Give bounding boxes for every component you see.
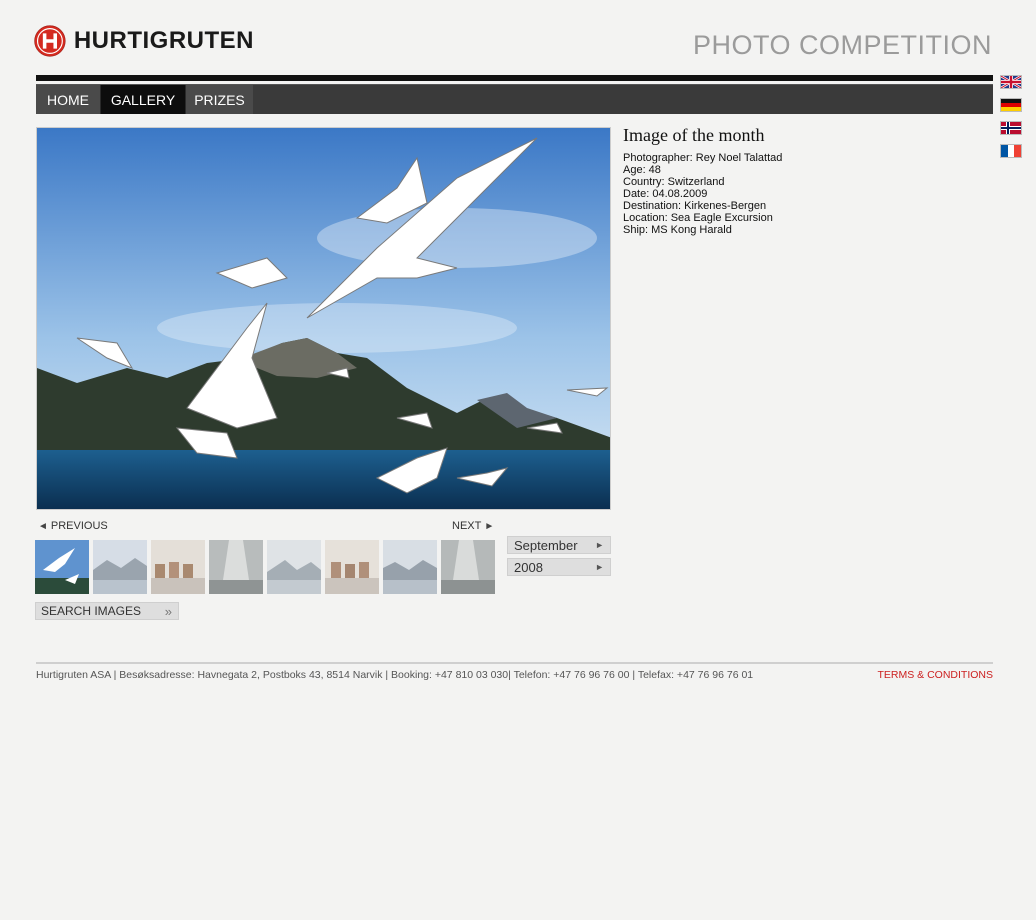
caret-right-icon: ► xyxy=(595,540,604,550)
thumbnail-strip xyxy=(35,540,499,594)
next-link[interactable]: NEXT ► xyxy=(452,520,497,532)
featured-photo[interactable] xyxy=(36,127,611,510)
country-line: Country: Switzerland xyxy=(623,176,725,188)
photographer-line: Photographer: Rey Noel Talattad xyxy=(623,152,783,164)
month-select[interactable]: September ► xyxy=(507,536,611,554)
thumbnail-4[interactable] xyxy=(209,540,263,594)
german-flag-icon[interactable] xyxy=(1000,98,1022,112)
month-value: September xyxy=(514,537,578,553)
norwegian-flag-icon[interactable] xyxy=(1000,121,1022,135)
thumbnail-3[interactable] xyxy=(151,540,205,594)
arrow-right-icon: ► xyxy=(484,520,495,532)
thumbnail-8[interactable] xyxy=(441,540,495,594)
language-selector xyxy=(1000,74,1022,167)
brand-name: HURTIGRUTEN xyxy=(73,27,254,54)
previous-link[interactable]: ◄ PREVIOUS xyxy=(35,520,108,532)
nav-gallery[interactable]: GALLERY xyxy=(101,85,185,114)
thumbnail-7[interactable] xyxy=(383,540,437,594)
footer-contact: Hurtigruten ASA | Besøksadresse: Havnega… xyxy=(36,669,754,681)
thumbnail-2[interactable] xyxy=(93,540,147,594)
english-flag-icon[interactable] xyxy=(1000,74,1022,90)
destination-line: Destination: Kirkenes-Bergen xyxy=(623,200,767,212)
header-divider xyxy=(36,75,993,81)
nav-prizes[interactable]: PRIZES xyxy=(185,85,253,114)
terms-conditions-link[interactable]: TERMS & CONDITIONS xyxy=(877,669,993,681)
search-images-label: SEARCH IMAGES xyxy=(41,604,142,618)
age-line: Age: 48 xyxy=(623,164,661,176)
year-value: 2008 xyxy=(514,559,543,575)
thumbnail-5[interactable] xyxy=(267,540,321,594)
footer-divider xyxy=(36,662,993,664)
ship-line: Ship: MS Kong Harald xyxy=(623,224,732,236)
next-label: NEXT xyxy=(452,520,482,532)
thumbnail-1[interactable] xyxy=(35,540,89,594)
year-select[interactable]: 2008 ► xyxy=(507,558,611,576)
search-images-button[interactable]: SEARCH IMAGES » xyxy=(35,602,179,620)
hurtigruten-logo-icon xyxy=(34,25,66,57)
image-info-panel: Image of the month Photographer: Rey Noe… xyxy=(623,125,953,236)
seagulls-fjord-image xyxy=(37,128,610,509)
arrow-left-icon: ◄ xyxy=(38,520,48,532)
location-line: Location: Sea Eagle Excursion xyxy=(623,212,773,224)
photo-competition-heading: PHOTO COMPETITION xyxy=(692,30,992,60)
nav-home[interactable]: HOME xyxy=(36,85,101,114)
double-chevron-right-icon: » xyxy=(164,604,172,619)
thumbnail-6[interactable] xyxy=(325,540,379,594)
image-of-month-title: Image of the month xyxy=(623,125,765,145)
hurtigruten-logo[interactable]: HURTIGRUTEN xyxy=(34,12,254,70)
date-line: Date: 04.08.2009 xyxy=(623,188,708,200)
previous-label: PREVIOUS xyxy=(50,520,108,532)
caret-right-icon: ► xyxy=(595,562,604,572)
main-nav: HOME GALLERY PRIZES xyxy=(36,84,993,114)
french-flag-icon[interactable] xyxy=(1000,144,1022,158)
